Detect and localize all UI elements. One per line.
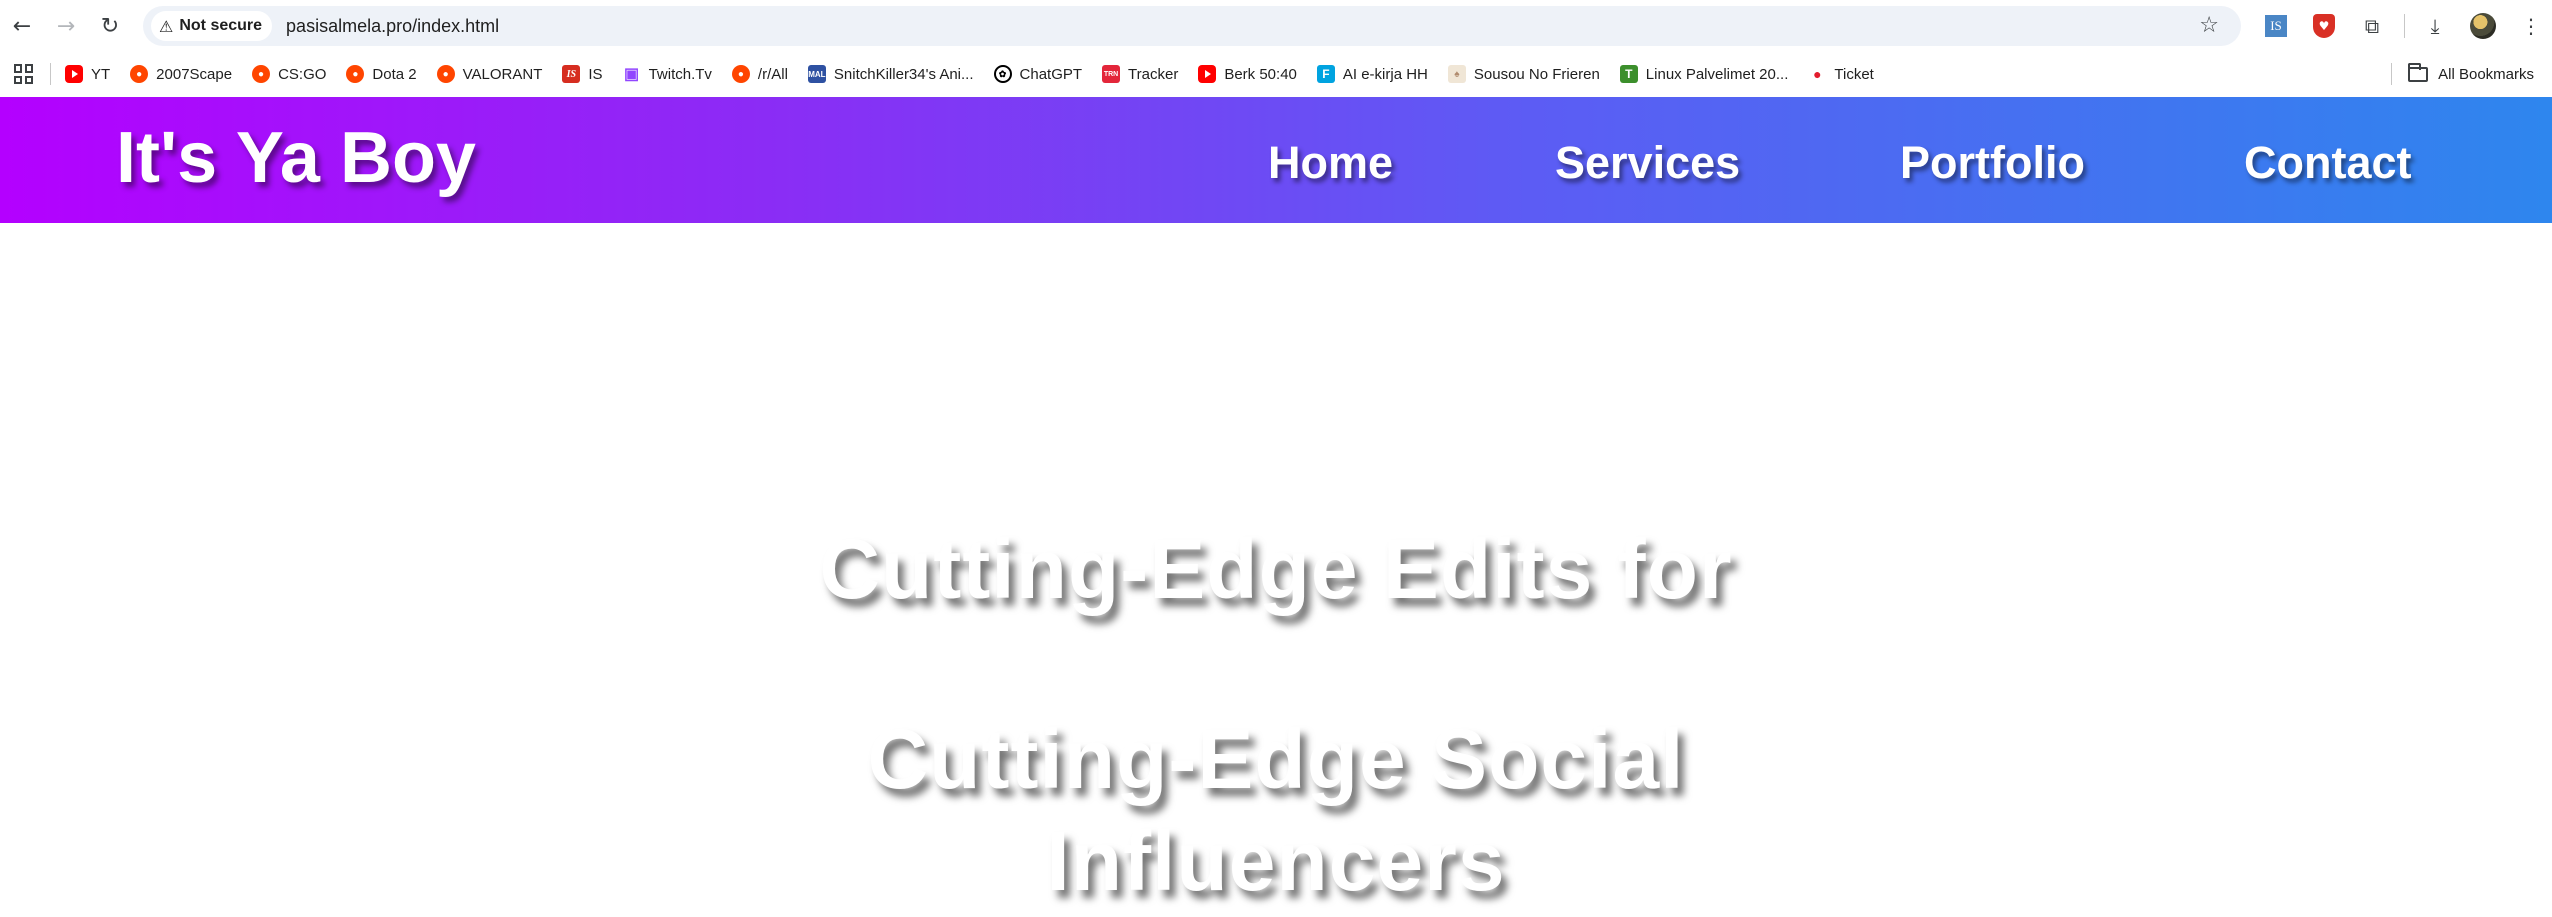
ticket-icon: ● bbox=[1808, 65, 1827, 83]
bookmark-label: /r/All bbox=[757, 65, 788, 83]
bookmark-berk[interactable]: Berk 50:40 bbox=[1198, 65, 1297, 83]
youtube-icon bbox=[1198, 65, 1217, 83]
bookmark-mal[interactable]: MAL SnitchKiller34's Ani... bbox=[807, 65, 974, 83]
bookmark-frieren[interactable]: ♠ Sousou No Frieren bbox=[1447, 65, 1600, 83]
bookmark-chatgpt[interactable]: ✿ ChatGPT bbox=[993, 65, 1083, 83]
bookmark-label: Ticket bbox=[1834, 65, 1874, 83]
url-text[interactable]: pasisalmela.pro/index.html bbox=[286, 16, 499, 37]
bookmark-label: IS bbox=[588, 65, 603, 83]
bookmark-is[interactable]: IS IS bbox=[562, 65, 603, 83]
forward-arrow-icon[interactable]: → bbox=[44, 4, 88, 48]
bookmark-label: Linux Palvelimet 20... bbox=[1645, 65, 1789, 83]
twitch-icon: ▣ bbox=[622, 65, 641, 83]
bookmark-label: Dota 2 bbox=[372, 65, 417, 83]
reddit-icon: ● bbox=[130, 65, 149, 83]
hero-headline-line-3: Influencers bbox=[1046, 814, 1506, 908]
tracker-icon: TRN bbox=[1102, 65, 1121, 83]
bookmarks-divider bbox=[2391, 63, 2393, 85]
is-icon: IS bbox=[562, 65, 581, 83]
bookmark-star-icon[interactable]: ☆ bbox=[2199, 13, 2219, 38]
bookmark-twitch[interactable]: ▣ Twitch.Tv bbox=[622, 65, 712, 83]
bookmark-label: CS:GO bbox=[278, 65, 327, 83]
nav-portfolio[interactable]: Portfolio bbox=[1900, 137, 2085, 189]
nav-contact[interactable]: Contact bbox=[2244, 137, 2412, 189]
bookmark-label: Twitch.Tv bbox=[648, 65, 712, 83]
security-indicator[interactable]: ⚠ Not secure bbox=[151, 11, 273, 41]
bookmark-yt[interactable]: YT bbox=[65, 65, 110, 83]
bookmark-ticket[interactable]: ● Ticket bbox=[1808, 65, 1874, 83]
nav-services[interactable]: Services bbox=[1555, 137, 1740, 189]
chatgpt-icon: ✿ bbox=[993, 65, 1012, 83]
bookmark-valorant[interactable]: ● VALORANT bbox=[436, 65, 543, 83]
linux-icon: T bbox=[1619, 65, 1638, 83]
is-extension-icon[interactable]: IS bbox=[2258, 8, 2294, 44]
all-bookmarks-button[interactable]: All Bookmarks bbox=[2391, 52, 2534, 96]
bookmark-label: Sousou No Frieren bbox=[1473, 65, 1600, 83]
apps-grid-icon[interactable] bbox=[14, 64, 34, 84]
extensions-area: IS ♥ ⧉ ⤓ ⋮ bbox=[2258, 8, 2552, 44]
bookmark-ai-ekirja[interactable]: F AI e-kirja HH bbox=[1316, 65, 1428, 83]
bookmark-label: YT bbox=[91, 65, 111, 83]
bookmark-label: Berk 50:40 bbox=[1224, 65, 1297, 83]
reddit-icon: ● bbox=[731, 65, 750, 83]
back-arrow-icon[interactable]: ← bbox=[0, 4, 44, 48]
youtube-icon bbox=[65, 65, 83, 83]
security-label: Not secure bbox=[179, 17, 263, 34]
mal-icon: MAL bbox=[807, 65, 826, 83]
toolbar-divider bbox=[2404, 14, 2405, 38]
nav-home[interactable]: Home bbox=[1268, 137, 1393, 189]
folder-icon bbox=[2408, 62, 2429, 82]
warning-icon: ⚠ bbox=[159, 16, 174, 36]
puzzle-extensions-icon[interactable]: ⧉ bbox=[2354, 8, 2390, 44]
anime-icon: ♠ bbox=[1447, 65, 1466, 83]
profile-avatar[interactable] bbox=[2465, 8, 2501, 44]
bookmarks-divider bbox=[50, 63, 51, 85]
bookmark-csgo[interactable]: ● CS:GO bbox=[252, 65, 326, 83]
reload-icon[interactable]: ↻ bbox=[88, 4, 132, 48]
reddit-icon: ● bbox=[252, 65, 271, 83]
bookmark-linux[interactable]: T Linux Palvelimet 20... bbox=[1619, 65, 1789, 83]
bookmark-2007scape[interactable]: ● 2007Scape bbox=[130, 65, 232, 83]
bookmark-label: AI e-kirja HH bbox=[1342, 65, 1428, 83]
bookmark-label: SnitchKiller34's Ani... bbox=[833, 65, 974, 83]
bookmark-label: Tracker bbox=[1128, 65, 1179, 83]
bookmark-r-all[interactable]: ● /r/All bbox=[731, 65, 788, 83]
bookmarks-bar: YT ● 2007Scape ● CS:GO ● Dota 2 ● VALORANT I… bbox=[0, 52, 2552, 96]
all-bookmarks-label: All Bookmarks bbox=[2438, 65, 2534, 83]
bookmark-label: 2007Scape bbox=[156, 65, 233, 83]
reddit-icon: ● bbox=[346, 65, 365, 83]
shield-extension-icon[interactable]: ♥ bbox=[2306, 8, 2342, 44]
download-icon[interactable]: ⤓ bbox=[2417, 8, 2453, 44]
bookmark-label: ChatGPT bbox=[1019, 65, 1083, 83]
hero-headline-line-2: Cutting-Edge Social bbox=[867, 712, 1685, 806]
browser-toolbar: ← → ↻ ⚠ Not secure pasisalmela.pro/index… bbox=[0, 0, 2552, 52]
reddit-icon: ● bbox=[436, 65, 455, 83]
ai-ekirja-icon: F bbox=[1316, 65, 1335, 83]
hero-section: Cutting-Edge Edits for Cutting-Edge Soci… bbox=[0, 223, 2552, 917]
menu-kebab-icon[interactable]: ⋮ bbox=[2513, 8, 2549, 44]
bookmark-dota2[interactable]: ● Dota 2 bbox=[346, 65, 417, 83]
address-bar[interactable]: ⚠ Not secure pasisalmela.pro/index.html … bbox=[143, 6, 2241, 46]
bookmark-label: VALORANT bbox=[462, 65, 543, 83]
site-nav: Home Services Portfolio Contact bbox=[0, 137, 2552, 189]
site-header: It's Ya Boy Home Services Portfolio Cont… bbox=[0, 97, 2552, 223]
bookmark-tracker[interactable]: TRN Tracker bbox=[1102, 65, 1178, 83]
hero-headline-line-1: Cutting-Edge Edits for bbox=[819, 522, 1733, 616]
